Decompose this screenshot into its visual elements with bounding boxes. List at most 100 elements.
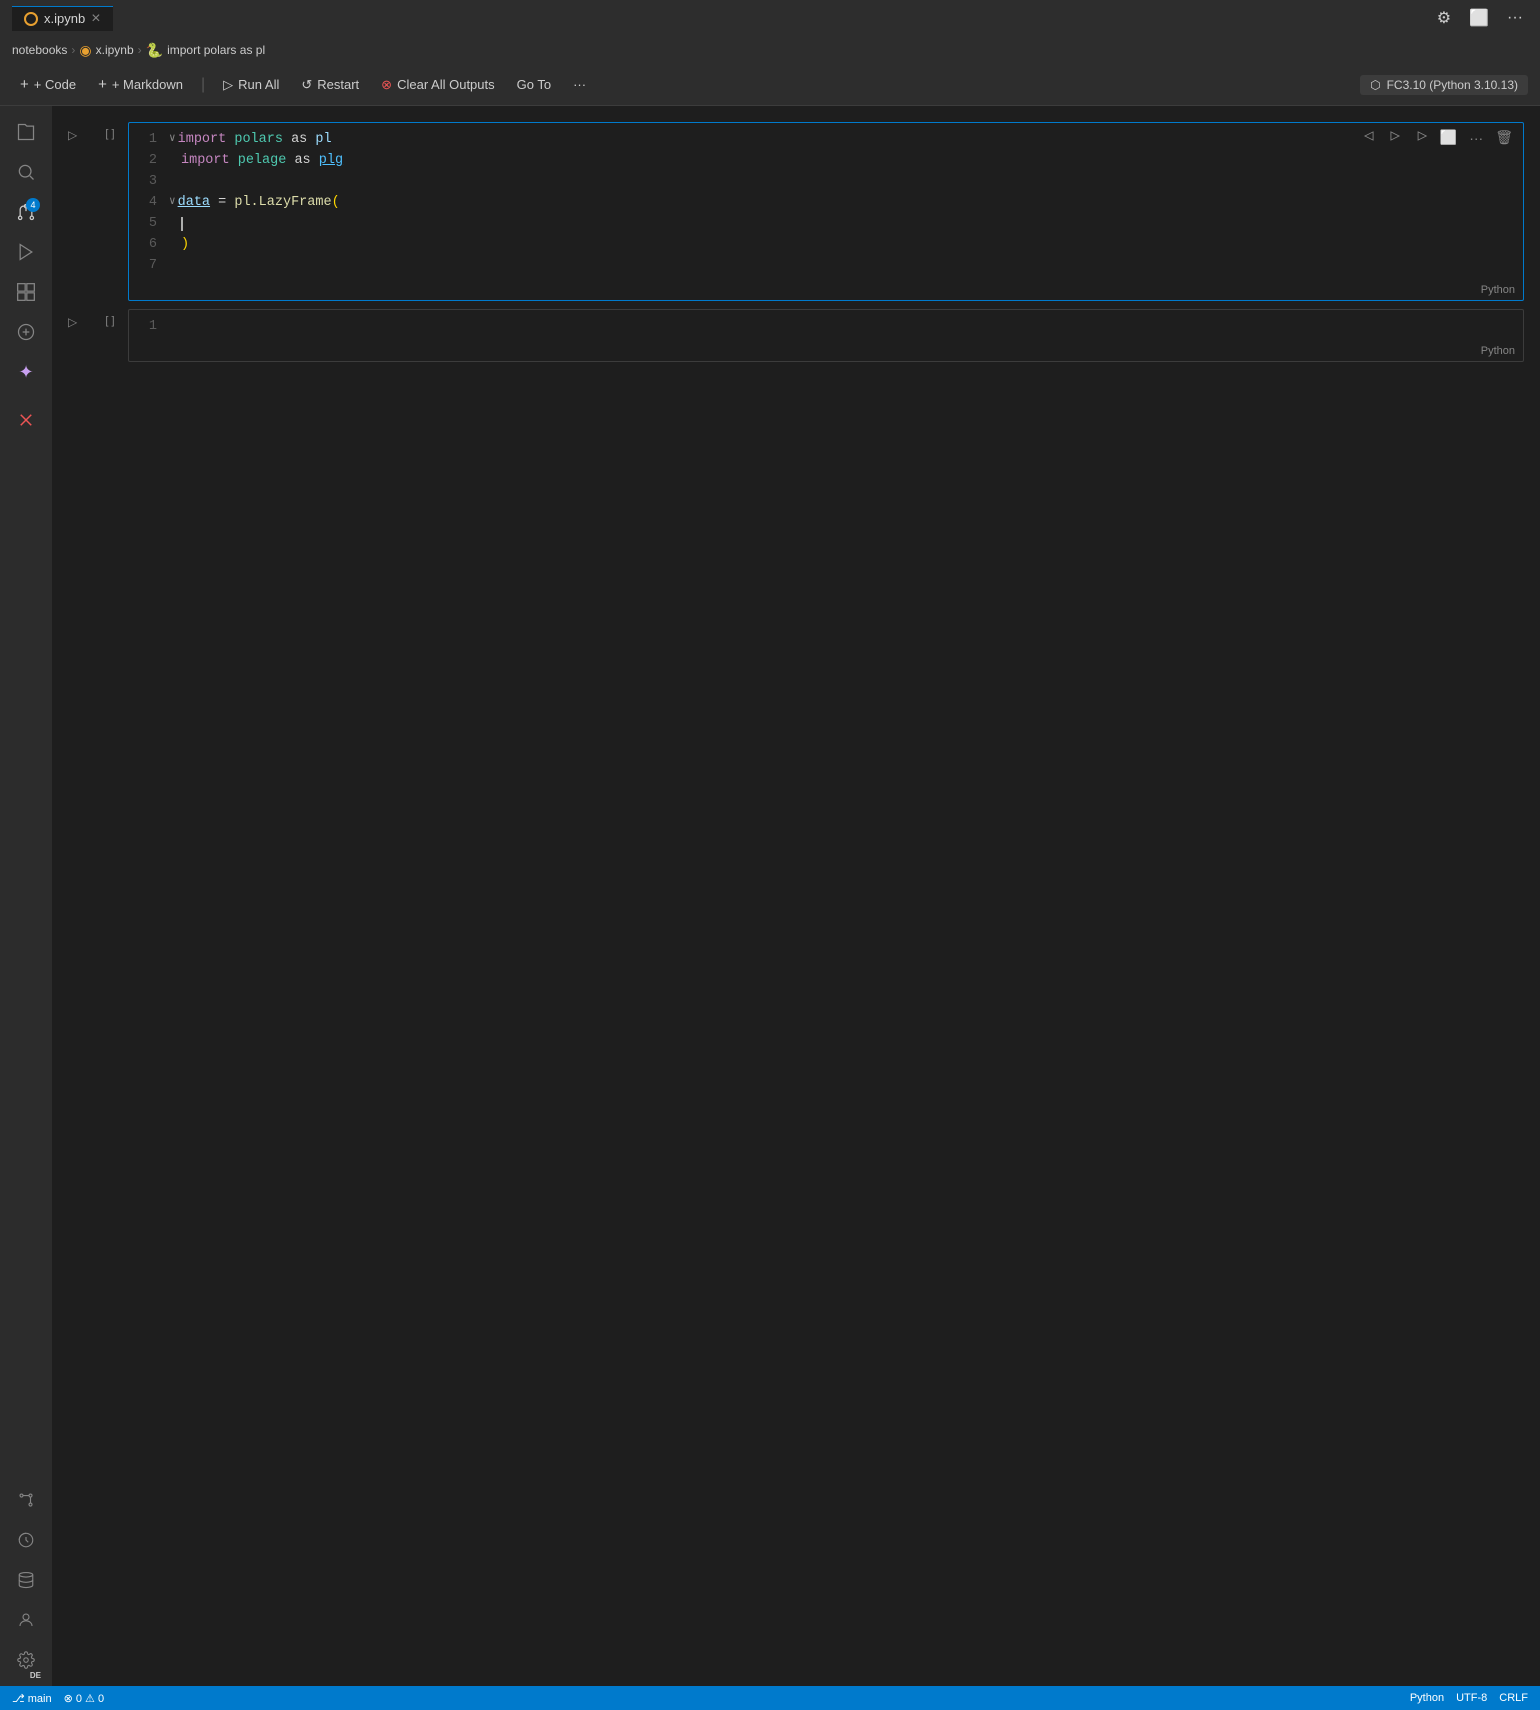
cell-1-code-area[interactable]: 1 2 3 4 5 6 7 ∨ import polars as pl xyxy=(129,123,1523,282)
more-notebook-button[interactable]: ··· xyxy=(565,74,594,95)
tab-close-button[interactable]: × xyxy=(91,11,100,27)
cell-1-run-button[interactable]: ▷ xyxy=(68,122,92,142)
toolbar-right: ⬡ FC3.10 (Python 3.10.13) xyxy=(1360,75,1528,95)
kernel-label: FC3.10 (Python 3.10.13) xyxy=(1387,78,1518,92)
toolbar-separator: | xyxy=(197,76,209,94)
fold-arrow-4[interactable]: ∨ xyxy=(169,192,176,213)
status-bar: ⎇ main ⊗ 0 ⚠ 0 Python UTF-8 CRLF xyxy=(0,1686,1540,1710)
op-equals: = xyxy=(218,192,226,213)
extensions-icon[interactable] xyxy=(8,274,44,310)
code-line-3 xyxy=(169,171,1511,192)
restart-label: Restart xyxy=(317,77,359,92)
cell-run-above-button[interactable] xyxy=(1358,127,1380,148)
jupyter-icon[interactable] xyxy=(8,314,44,350)
source-control-icon[interactable]: 4 xyxy=(8,194,44,230)
run-all-icon: ▷ xyxy=(223,77,233,93)
search-icon[interactable] xyxy=(8,154,44,190)
cell-2-lang: Python xyxy=(129,343,1523,361)
code-lines-2[interactable] xyxy=(169,316,1523,337)
add-markdown-button[interactable]: + + Markdown xyxy=(90,73,191,96)
breadcrumb-sep2: › xyxy=(138,43,142,57)
code-line-5 xyxy=(169,213,1511,234)
code-line-7 xyxy=(169,255,1511,276)
notebook-toolbar: + + Code + + Markdown | ▷ Run All ↺ Rest… xyxy=(0,64,1540,106)
history-icon[interactable] xyxy=(8,1522,44,1558)
text-cursor xyxy=(181,217,183,231)
activity-bar: 4 ✦ xyxy=(0,106,52,1686)
main-layout: 4 ✦ xyxy=(0,106,1540,1686)
cell-2-content[interactable]: 1 Python xyxy=(128,309,1524,362)
notebook-icon xyxy=(24,12,38,26)
go-to-label: Go To xyxy=(517,77,551,92)
git-bottom-icon[interactable] xyxy=(8,1482,44,1518)
add-markdown-label: + Markdown xyxy=(112,77,183,92)
breadcrumb-filename[interactable]: x.ipynb xyxy=(96,43,134,57)
cell-1-content[interactable]: ⬜ ··· 🗑 1 2 3 4 5 6 7 xyxy=(128,122,1524,301)
cell-run-single-button[interactable] xyxy=(1410,127,1432,148)
code-line-6: ) xyxy=(169,234,1511,255)
copilot-icon[interactable]: ✦ xyxy=(8,354,44,390)
add-code-button[interactable]: + + Code xyxy=(12,73,84,96)
status-right: Python UTF-8 CRLF xyxy=(1410,1692,1528,1704)
go-to-button[interactable]: Go To xyxy=(509,74,559,95)
cell-run-below-button[interactable] xyxy=(1384,127,1406,148)
cell-more-button[interactable]: ··· xyxy=(1465,128,1487,148)
attr-lazframe: pl.LazyFrame xyxy=(234,192,331,213)
status-lang[interactable]: Python xyxy=(1410,1692,1444,1704)
restart-icon: ↺ xyxy=(301,77,312,93)
plus-icon2: + xyxy=(98,76,107,93)
clear-outputs-label: Clear All Outputs xyxy=(397,77,495,92)
module-pelage: pelage xyxy=(238,150,287,171)
status-errors[interactable]: ⊗ 0 ⚠ 0 xyxy=(64,1692,104,1705)
cell-split-button[interactable]: ⬜ xyxy=(1436,127,1461,148)
database-icon[interactable] xyxy=(8,1562,44,1598)
breadcrumb-symbol[interactable]: import polars as pl xyxy=(167,43,265,57)
restart-button[interactable]: ↺ Restart xyxy=(293,74,367,96)
alias-plg: plg xyxy=(319,150,343,171)
cell-2-execution: [ ] xyxy=(92,309,128,327)
kernel-info[interactable]: ⬡ FC3.10 (Python 3.10.13) xyxy=(1360,75,1528,95)
account-icon[interactable] xyxy=(8,1602,44,1638)
code-line-4: ∨ data = pl.LazyFrame( xyxy=(169,192,1511,213)
status-eol[interactable]: CRLF xyxy=(1499,1692,1528,1704)
layout-button[interactable]: ⬜ xyxy=(1464,6,1494,30)
cell-1-wrapper: ▷ [ ] xyxy=(52,122,1540,301)
activity-bar-bottom: DE xyxy=(8,1482,44,1678)
var-data: data xyxy=(178,192,210,213)
code-lines-1[interactable]: ∨ import polars as pl import pelage as p… xyxy=(169,129,1523,276)
source-control-badge: 4 xyxy=(26,198,40,212)
plus-icon: + xyxy=(20,76,29,93)
keyword-import-2: import xyxy=(181,150,230,171)
run-all-button[interactable]: ▷ Run All xyxy=(215,74,287,96)
cell-delete-button[interactable]: 🗑 xyxy=(1491,127,1517,148)
fold-arrow-1[interactable]: ∨ xyxy=(169,129,176,150)
cell-2-run-button[interactable]: ▷ xyxy=(68,309,92,329)
title-bar: x.ipynb × ⚙ ⬜ ··· xyxy=(0,0,1540,36)
status-branch[interactable]: ⎇ main xyxy=(12,1692,52,1705)
keyword-as-2: as xyxy=(294,150,310,171)
cell-2-code-area[interactable]: 1 xyxy=(129,310,1523,343)
clear-outputs-button[interactable]: ⊗ Clear All Outputs xyxy=(373,74,502,96)
explorer-icon[interactable] xyxy=(8,114,44,150)
status-encoding[interactable]: UTF-8 xyxy=(1456,1692,1487,1704)
breadcrumb-notebooks[interactable]: notebooks xyxy=(12,43,67,57)
title-bar-actions: ⚙ ⬜ ··· xyxy=(1432,6,1528,30)
settings-bottom-icon[interactable]: DE xyxy=(8,1642,44,1678)
clear-icon: ⊗ xyxy=(381,77,392,93)
add-code-label: + Code xyxy=(34,77,76,92)
run-debug-icon[interactable] xyxy=(8,234,44,270)
more-actions-button[interactable]: ··· xyxy=(1502,6,1528,30)
python-breadcrumb-icon: 🐍 xyxy=(146,42,163,59)
kernel-icon: ⬡ xyxy=(1370,78,1380,92)
cell-2-execution-count: [ ] xyxy=(105,315,114,327)
cell-1-toolbar: ⬜ ··· 🗑 xyxy=(1358,127,1517,148)
error-cross-icon[interactable] xyxy=(8,402,44,438)
cell-1-execution-count: [ ] xyxy=(105,128,114,140)
cell-2-wrapper: ▷ [ ] 1 Python xyxy=(52,309,1540,362)
tab-xipynb[interactable]: x.ipynb × xyxy=(12,6,113,31)
alias-pl: pl xyxy=(315,129,331,150)
run-all-label: Run All xyxy=(238,77,279,92)
cell-1-lang: Python xyxy=(129,282,1523,300)
settings-gear-button[interactable]: ⚙ xyxy=(1432,6,1456,30)
cell-1-execution: [ ] xyxy=(92,122,128,140)
